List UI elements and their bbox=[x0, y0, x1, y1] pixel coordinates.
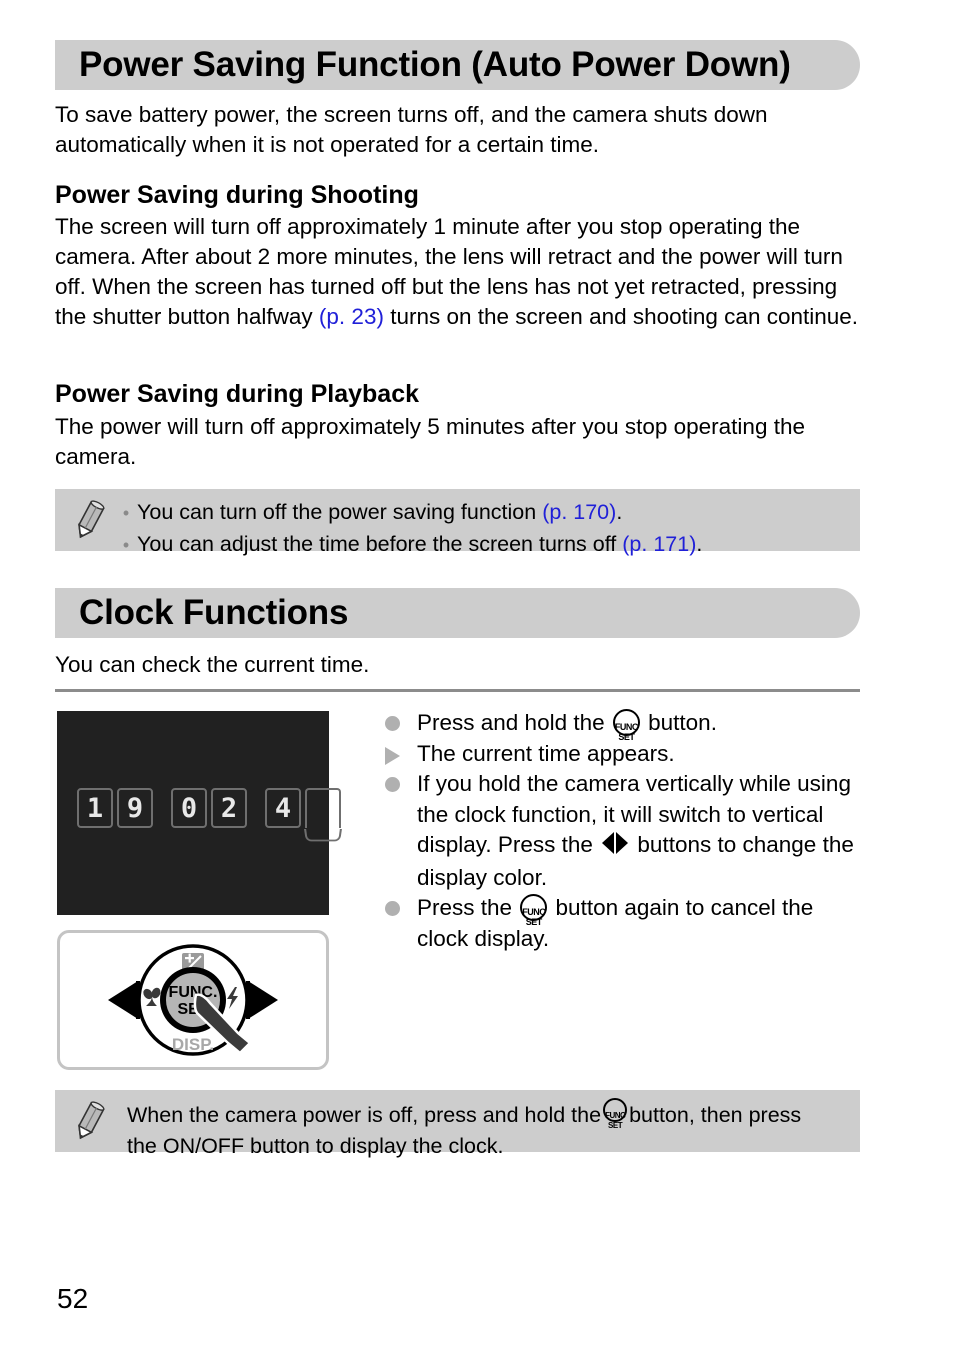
macro-flower-icon bbox=[143, 987, 161, 1006]
note-text-part2: button, then press bbox=[629, 1103, 802, 1127]
power-saving-intro: To save battery power, the screen turns … bbox=[55, 102, 768, 157]
lcd-digit: 0 bbox=[171, 788, 207, 828]
clock-instructions-list: Press and hold the FUNC SET button. The c… bbox=[385, 708, 860, 954]
section-header-power-saving: Power Saving Function (Auto Power Down) bbox=[55, 40, 860, 90]
note-text-part1: You can turn off the power saving functi… bbox=[137, 500, 543, 524]
instruction-text: Press and hold the FUNC SET button. bbox=[417, 708, 860, 742]
shooting-text-part2: turns on the screen and shooting can con… bbox=[383, 304, 859, 329]
note-line: When the camera power is off, press and … bbox=[127, 1098, 860, 1131]
instruction-item: Press and hold the FUNC SET button. bbox=[385, 708, 860, 742]
section-header-clock-functions: Clock Functions bbox=[55, 588, 860, 638]
note-text: You can adjust the time before the scree… bbox=[137, 529, 702, 560]
instruction-item: Press the FUNC SET button again to cancel… bbox=[385, 893, 860, 954]
instruction-text: The current time appears. bbox=[417, 740, 675, 766]
page-reference-170[interactable]: (p. 170) bbox=[542, 500, 616, 524]
instruction-item: If you hold the camera vertically while … bbox=[385, 769, 860, 893]
funcset-button-icon: FUNC SET bbox=[520, 894, 548, 927]
lcd-digit: 1 bbox=[77, 788, 113, 828]
note-box-clock: When the camera power is off, press and … bbox=[55, 1090, 860, 1158]
func-label: FUNC. bbox=[169, 984, 218, 1001]
bullet-marker: • bbox=[122, 535, 130, 555]
clock-functions-intro: You can check the current time. bbox=[55, 652, 370, 677]
lcd-digit: 2 bbox=[211, 788, 247, 828]
instr-text-part: button. bbox=[641, 710, 717, 735]
page-reference-171[interactable]: (p. 171) bbox=[622, 532, 696, 556]
note-content: • You can turn off the power saving func… bbox=[115, 489, 860, 561]
flash-bolt-icon bbox=[227, 987, 238, 1009]
bullet-dot-icon bbox=[385, 769, 417, 792]
disp-label: DISP. bbox=[172, 1035, 214, 1054]
power-saving-shooting-text: The screen will turn off approximately 1… bbox=[55, 212, 860, 332]
bullet-marker: • bbox=[122, 503, 130, 523]
note-bullet-line: • You can adjust the time before the scr… bbox=[115, 529, 860, 561]
note-text: You can turn off the power saving functi… bbox=[137, 497, 622, 528]
bullet-triangle-icon bbox=[385, 739, 417, 765]
note-line: the ON/OFF button to display the clock. bbox=[127, 1134, 504, 1158]
instr-text-part: Press the bbox=[417, 895, 519, 920]
lcd-digit-row: 1 9 0 2 4 bbox=[77, 788, 345, 828]
pencil-icon bbox=[69, 1100, 115, 1149]
note-content: When the camera power is off, press and … bbox=[115, 1090, 860, 1162]
page-number: 52 bbox=[57, 1283, 89, 1314]
lcd-digit-rolling bbox=[305, 788, 341, 828]
page-reference-23[interactable]: (p. 23) bbox=[319, 304, 384, 329]
control-dial-illustration-panel: DISP. FUNC. SET bbox=[57, 930, 329, 1070]
subheading-power-saving-shooting: Power Saving during Shooting bbox=[55, 181, 419, 209]
funcset-button-icon: FUNC SET bbox=[612, 709, 640, 742]
section-title: Clock Functions bbox=[79, 593, 349, 632]
manual-page: Power Saving Function (Auto Power Down) … bbox=[0, 0, 954, 1345]
pencil-icon bbox=[69, 499, 115, 548]
right-arrow-icon bbox=[248, 981, 278, 1019]
left-arrow-icon bbox=[108, 981, 138, 1019]
note-bullet-line: • You can turn off the power saving func… bbox=[115, 497, 860, 529]
left-right-buttons-icon bbox=[602, 832, 629, 863]
power-saving-playback-text: The power will turn off approximately 5 … bbox=[55, 414, 805, 469]
camera-lcd-clock-display: 1 9 0 2 4 bbox=[57, 711, 341, 915]
horizontal-divider bbox=[55, 689, 860, 692]
bullet-dot-icon bbox=[385, 708, 417, 731]
control-dial-diagram: DISP. FUNC. SET bbox=[108, 944, 278, 1056]
bullet-dot-icon bbox=[385, 893, 417, 916]
instr-text-part: Press and hold the bbox=[417, 710, 611, 735]
lcd-digit: 4 bbox=[265, 788, 301, 828]
lcd-digit: 9 bbox=[117, 788, 153, 828]
note-text-part2: . bbox=[616, 500, 623, 524]
instruction-text: Press the FUNC SET button again to cancel… bbox=[417, 893, 860, 954]
note-box-power-saving: • You can turn off the power saving func… bbox=[55, 489, 860, 556]
instruction-text: If you hold the camera vertically while … bbox=[417, 769, 860, 893]
funcset-button-icon: FUNC SET bbox=[603, 1098, 628, 1130]
note-text-part1: When the camera power is off, press and … bbox=[127, 1103, 602, 1127]
subheading-power-saving-playback: Power Saving during Playback bbox=[55, 380, 420, 408]
note-text-part1: You can adjust the time before the scree… bbox=[137, 532, 623, 556]
note-text-part2: . bbox=[696, 532, 703, 556]
section-title: Power Saving Function (Auto Power Down) bbox=[79, 45, 791, 84]
